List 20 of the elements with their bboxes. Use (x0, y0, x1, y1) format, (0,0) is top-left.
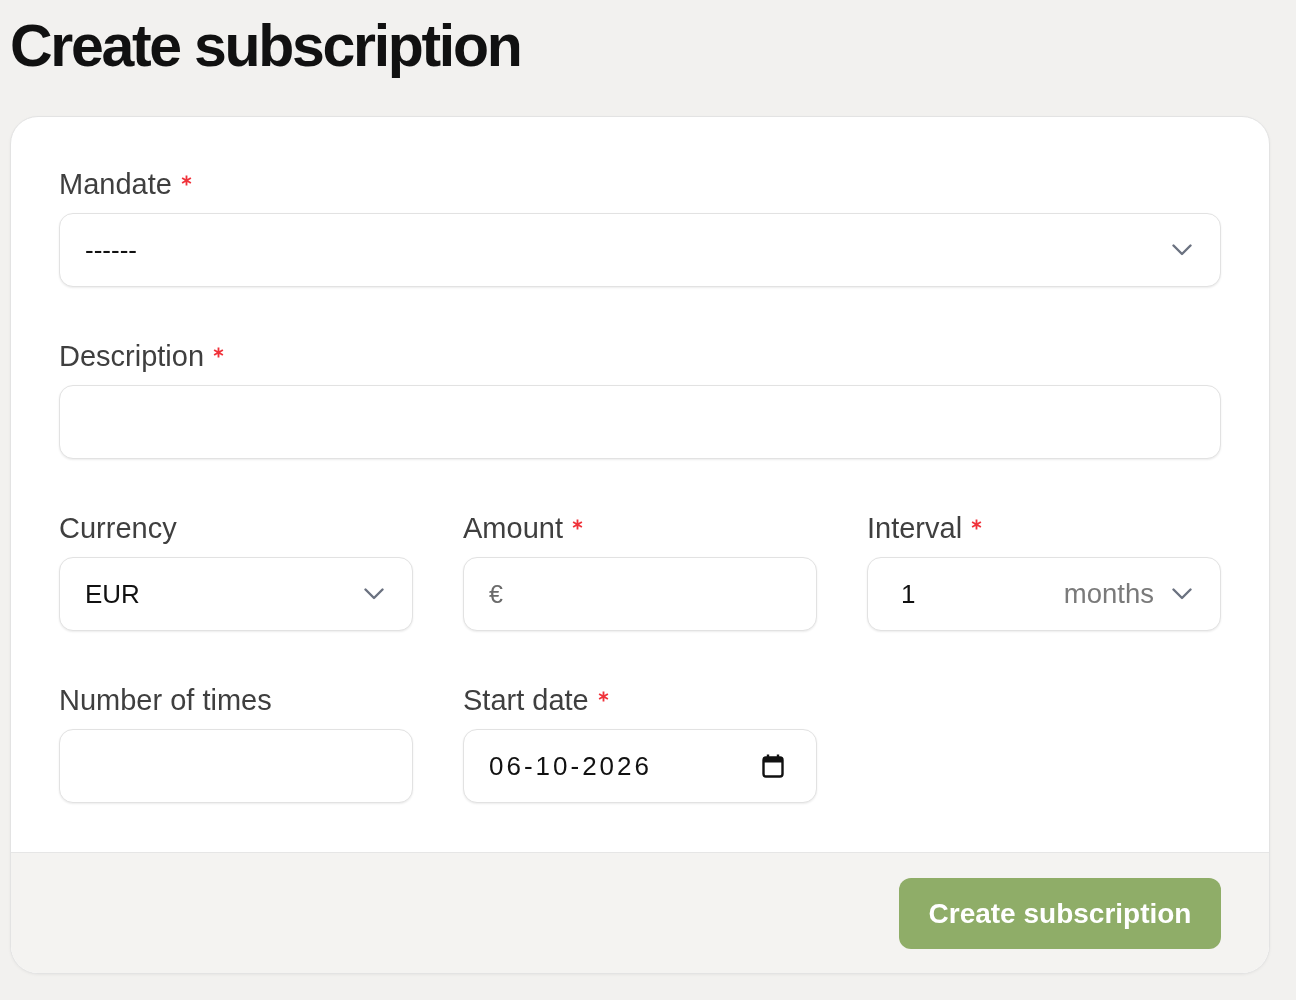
select-field[interactable]: EUR (59, 557, 413, 631)
field-label: Number of times (59, 683, 272, 717)
input-field[interactable]: € (463, 557, 817, 631)
input-field[interactable] (59, 385, 1221, 459)
date-field[interactable]: 06-10-2026 (463, 729, 817, 803)
field-label: Currency (59, 511, 177, 545)
field-label: Mandate (59, 167, 172, 201)
field-label: Description (59, 339, 205, 373)
input-field[interactable] (59, 729, 413, 803)
field-label: Interval (867, 511, 963, 545)
page-title: Create subscription (10, 12, 521, 81)
field-label: Amount (463, 511, 563, 545)
calendar-icon[interactable] (762, 754, 784, 778)
select-field[interactable]: ------ (59, 213, 1221, 287)
field-label: Start date (463, 683, 589, 717)
chevron-down-icon (1172, 244, 1192, 256)
chevron-down-icon (364, 588, 384, 600)
chevron-down-icon (1172, 588, 1192, 600)
interval-count[interactable]: 1 (893, 578, 916, 610)
unit-select[interactable]: months (1063, 578, 1192, 610)
